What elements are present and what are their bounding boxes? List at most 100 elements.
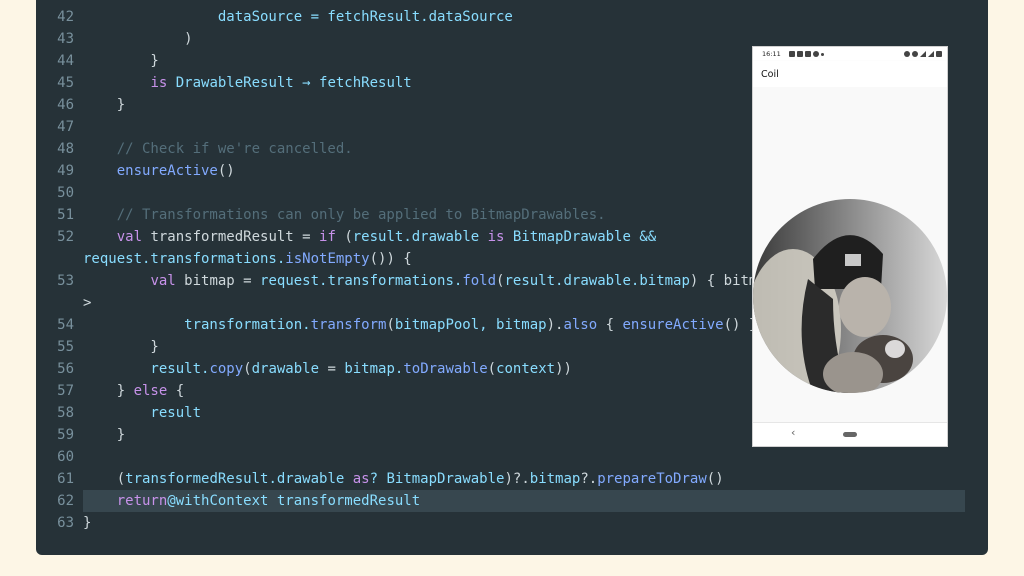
phone-preview: 16:11 Coil ‹ <box>753 47 947 446</box>
line-number: 63 <box>57 515 74 531</box>
code-token: } <box>83 339 159 355</box>
code-token: )?. <box>504 471 530 487</box>
code-text: ) <box>83 28 193 50</box>
status-time: 16:11 <box>762 50 781 58</box>
code-token: ). <box>546 317 564 333</box>
code-token: ensureActive <box>622 317 724 333</box>
code-line[interactable]: 42 dataSource = fetchResult.dataSource <box>36 6 988 28</box>
signal-icon <box>928 51 934 57</box>
code-token: ()) { <box>369 251 412 267</box>
code-token: dataSource = fetchResult.dataSource <box>83 9 513 25</box>
code-text: result.copy(drawable = bitmap.toDrawable… <box>83 358 572 380</box>
code-token: transformedResult.drawable <box>125 471 345 487</box>
line-number: 56 <box>57 361 74 377</box>
line-number: 57 <box>57 383 74 399</box>
code-text: } <box>83 336 159 358</box>
code-token: } <box>83 383 134 399</box>
line-number: 47 <box>57 119 74 135</box>
app-title: Coil <box>761 68 779 80</box>
line-number: 43 <box>57 31 74 47</box>
code-text: is DrawableResult → fetchResult <box>83 72 411 94</box>
home-pill-icon[interactable] <box>843 432 857 437</box>
code-text: // Transformations can only be applied t… <box>83 204 606 226</box>
line-number: 48 <box>57 141 74 157</box>
code-token: bitmap <box>529 471 581 487</box>
code-token: } <box>83 97 126 113</box>
code-text: return@withContext transformedResult <box>83 490 420 512</box>
code-token: @withContext transformedResult <box>167 493 421 509</box>
line-number: 51 <box>57 207 74 223</box>
status-bar: 16:11 <box>753 47 947 61</box>
code-line[interactable]: 63} <box>36 512 988 534</box>
code-token: )) <box>555 361 572 377</box>
code-text: val transformedResult = if (result.drawa… <box>83 226 656 248</box>
line-number: 46 <box>57 97 74 113</box>
line-number: 53 <box>57 273 74 289</box>
code-token: ) <box>83 31 193 47</box>
code-text: ensureActive() <box>83 160 235 182</box>
code-text: } <box>83 94 125 116</box>
image-content <box>753 87 947 423</box>
notification-icon <box>812 51 819 57</box>
code-token: val <box>150 273 176 289</box>
code-token: { <box>167 383 185 399</box>
back-icon[interactable]: ‹ <box>791 426 795 439</box>
code-token: ( <box>386 317 395 333</box>
code-token: bitmap = <box>175 273 261 289</box>
notification-icon <box>796 51 803 57</box>
code-text: } <box>83 512 91 534</box>
code-token: drawable <box>251 361 320 377</box>
nav-bar: ‹ <box>753 422 947 446</box>
line-number: 44 <box>57 53 74 69</box>
code-text: > <box>83 292 91 314</box>
code-token: ? BitmapDrawable <box>369 471 505 487</box>
line-number: 45 <box>57 75 74 91</box>
code-token: ( <box>335 229 353 245</box>
line-number: 58 <box>57 405 74 421</box>
battery-icon <box>936 51 942 57</box>
code-token: transform <box>310 317 387 333</box>
code-token: ( <box>83 471 126 487</box>
line-number: 62 <box>57 493 74 509</box>
code-token: ?. <box>580 471 598 487</box>
app-bar: Coil <box>753 61 947 87</box>
code-token: result. <box>83 361 210 377</box>
dnd-icon <box>912 51 918 57</box>
code-token: is <box>150 75 168 91</box>
code-token: prepareToDraw <box>597 471 707 487</box>
code-token: result <box>83 405 202 421</box>
code-token: } <box>83 515 92 531</box>
code-token: is <box>479 229 505 245</box>
code-token: isNotEmpty <box>285 251 370 267</box>
more-notifications-icon <box>820 52 824 56</box>
line-number: 49 <box>57 163 74 179</box>
code-text: } else { <box>83 380 184 402</box>
line-number: 55 <box>57 339 74 355</box>
code-line[interactable]: 61 (transformedResult.drawable as? Bitma… <box>36 468 988 490</box>
code-token: } <box>83 427 126 443</box>
line-number: 61 <box>57 471 74 487</box>
code-token: ( <box>487 361 497 377</box>
code-token: // Check if we're cancelled. <box>83 141 353 157</box>
code-text: dataSource = fetchResult.dataSource <box>83 6 513 28</box>
code-token: { <box>597 317 623 333</box>
code-token: ( <box>243 361 252 377</box>
code-token: () <box>706 471 724 487</box>
code-token: transformation. <box>83 317 311 333</box>
code-token: request.transformations. <box>83 251 286 267</box>
code-line[interactable]: 60 <box>36 446 988 468</box>
code-text: result <box>83 402 201 424</box>
notification-icon <box>804 51 811 57</box>
code-token: bitmap. <box>344 361 404 377</box>
code-token: else <box>133 383 168 399</box>
code-token: () <box>217 163 235 179</box>
code-text: } <box>83 424 125 446</box>
code-token: // Transformations can only be applied t… <box>83 207 606 223</box>
code-line[interactable]: 62 return@withContext transformedResult <box>57 490 965 512</box>
code-token: fold <box>462 273 497 289</box>
code-token: ensureActive <box>83 163 218 179</box>
code-token: val <box>116 229 143 245</box>
code-token: return <box>116 493 168 509</box>
